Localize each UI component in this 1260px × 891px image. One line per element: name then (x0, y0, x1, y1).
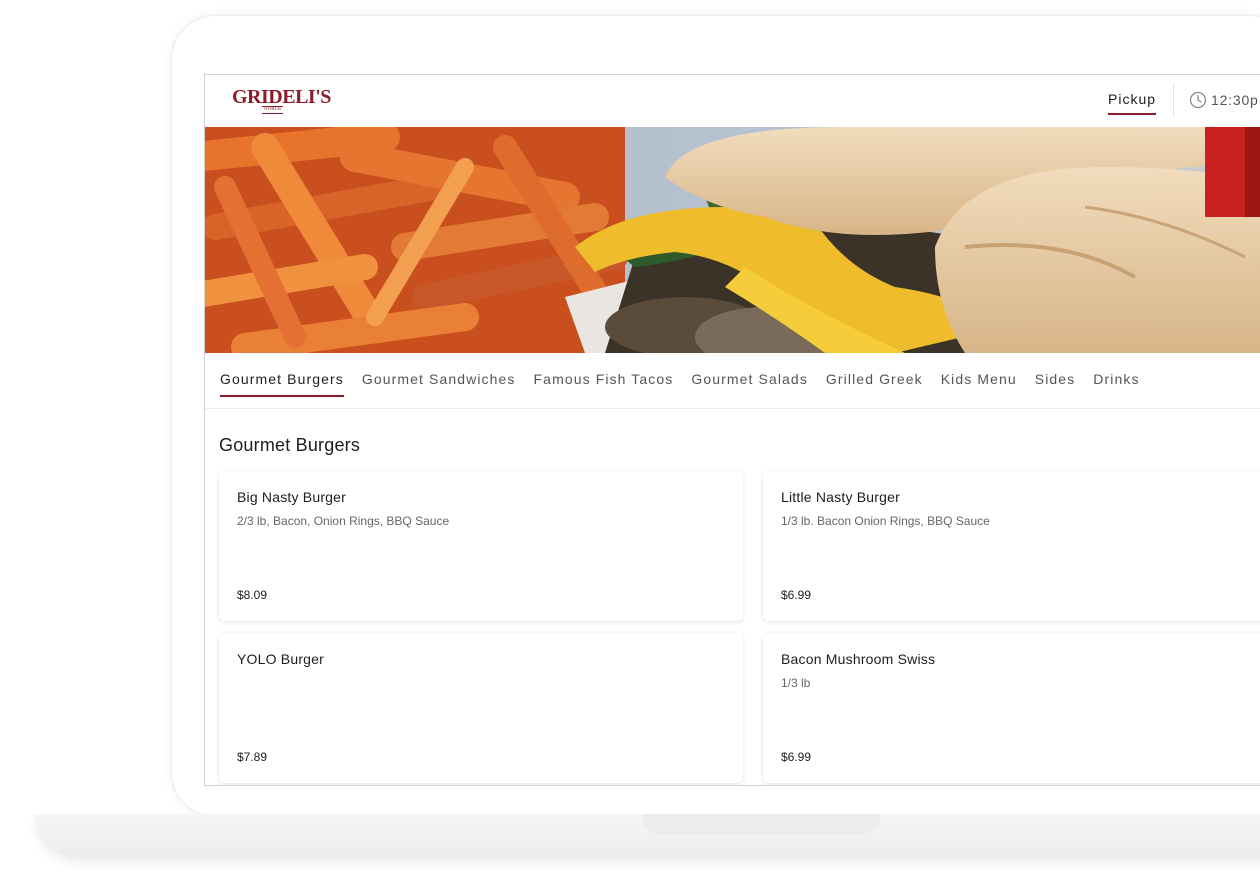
hero-food-photo (205, 127, 1260, 353)
logo-text: GRIDELI'S (232, 86, 331, 108)
menu-item-price: $6.99 (781, 750, 812, 764)
top-bar: GRIDELI'S NORTH Pickup 12:30p (205, 75, 1260, 127)
menu-item-card[interactable]: Big Nasty Burger 2/3 lb, Bacon, Onion Ri… (219, 471, 743, 621)
brand-logo[interactable]: GRIDELI'S NORTH (232, 86, 331, 114)
app-screen: GRIDELI'S NORTH Pickup 12:30p Gourmet Bu… (204, 74, 1260, 786)
menu-item-price: $6.99 (781, 588, 812, 602)
laptop-notch (642, 814, 880, 834)
menu-item-price: $8.09 (237, 588, 268, 602)
category-tab-gourmet-salads[interactable]: Gourmet Salads (691, 353, 808, 397)
category-tab-gourmet-sandwiches[interactable]: Gourmet Sandwiches (362, 353, 516, 397)
category-tab-kids-menu[interactable]: Kids Menu (941, 353, 1017, 397)
category-tab-drinks[interactable]: Drinks (1093, 353, 1139, 397)
category-tab-sides[interactable]: Sides (1035, 353, 1076, 397)
menu-item-card[interactable]: Little Nasty Burger 1/3 lb. Bacon Onion … (763, 471, 1260, 621)
menu-item-description: 1/3 lb. Bacon Onion Rings, BBQ Sauce (781, 514, 990, 528)
menu-item-description: 1/3 lb (781, 676, 811, 690)
menu-item-name: YOLO Burger (237, 651, 325, 667)
category-tab-gourmet-burgers[interactable]: Gourmet Burgers (220, 353, 344, 397)
clock-icon (1189, 91, 1207, 109)
category-tab-famous-fish-tacos[interactable]: Famous Fish Tacos (534, 353, 674, 397)
menu-item-card[interactable]: YOLO Burger $7.89 (219, 633, 743, 783)
menu-item-name: Big Nasty Burger (237, 489, 347, 505)
menu-item-description: 2/3 lb, Bacon, Onion Rings, BBQ Sauce (237, 514, 450, 528)
logo-subtitle: NORTH (262, 106, 283, 114)
menu-item-price: $7.89 (237, 750, 268, 764)
menu-item-name: Bacon Mushroom Swiss (781, 651, 936, 667)
pickup-toggle[interactable]: Pickup (1108, 91, 1157, 115)
menu-item-card[interactable]: Bacon Mushroom Swiss 1/3 lb $6.99 (763, 633, 1260, 783)
menu-item-name: Little Nasty Burger (781, 489, 900, 505)
category-nav: Gourmet Burgers Gourmet Sandwiches Famou… (205, 353, 1260, 409)
hero-image (205, 127, 1260, 353)
time-selector[interactable]: 12:30p (1189, 91, 1259, 109)
category-tab-grilled-greek[interactable]: Grilled Greek (826, 353, 923, 397)
section-title: Gourmet Burgers (219, 435, 361, 455)
time-label: 12:30p (1211, 92, 1259, 108)
header-divider (1173, 83, 1174, 117)
